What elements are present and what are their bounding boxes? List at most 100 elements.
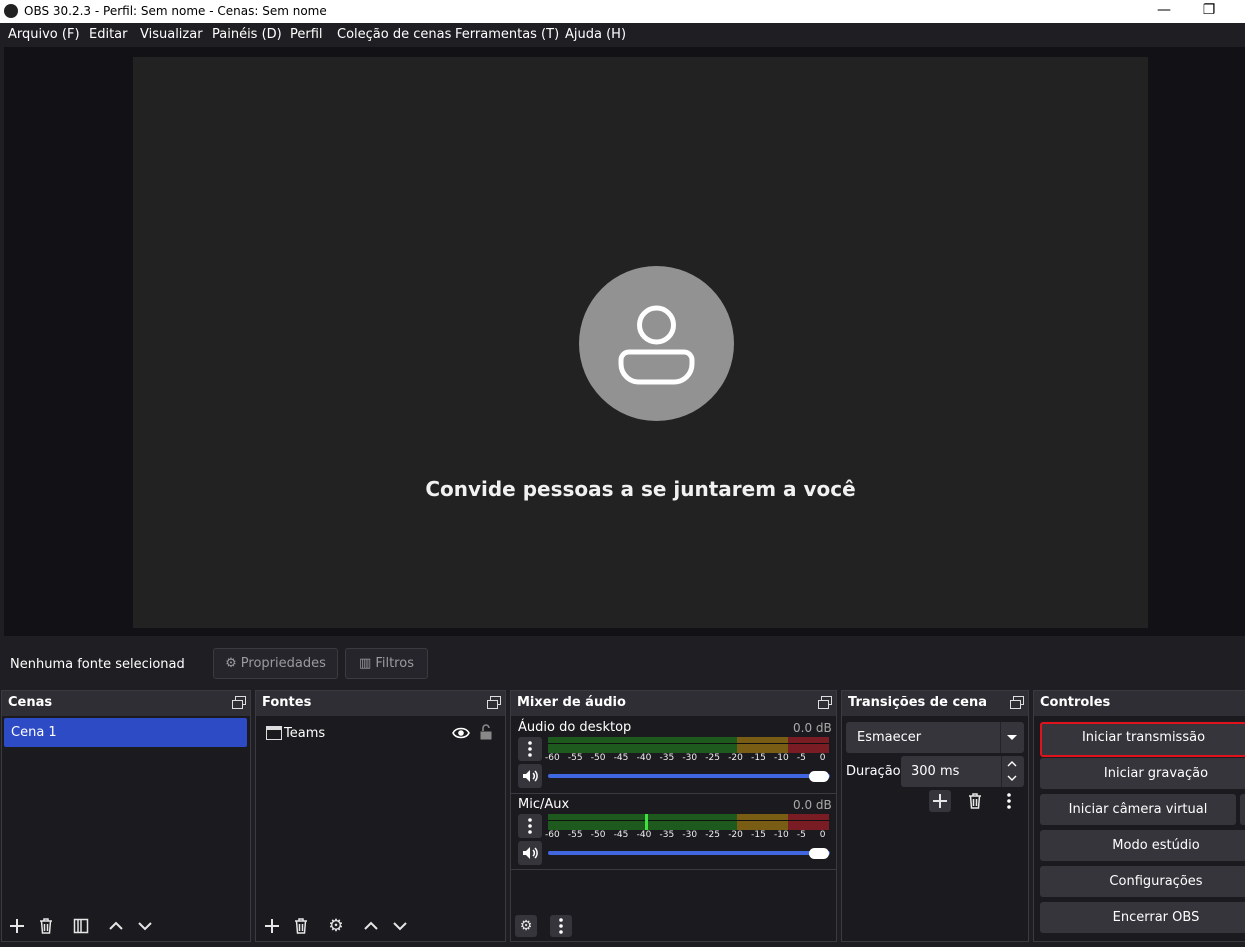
volume-meter	[548, 814, 829, 830]
volume-meter	[548, 737, 829, 753]
transition-select[interactable]: Esmaecer	[846, 722, 1024, 753]
channel-name: Mic/Aux	[518, 797, 570, 812]
menu-edit[interactable]: Editar	[89, 27, 128, 42]
scale-tick-label: -25	[705, 830, 720, 840]
undock-icon[interactable]	[1010, 696, 1024, 709]
minimize-button[interactable]: —	[1149, 1, 1179, 21]
add-source-icon[interactable]	[261, 915, 283, 937]
filters-label: Filtros	[375, 656, 414, 671]
volume-slider-track[interactable]	[548, 774, 830, 778]
spin-down-icon[interactable]	[1006, 772, 1018, 788]
speaker-icon[interactable]	[518, 764, 542, 788]
unlocked-icon[interactable]	[479, 724, 493, 745]
undock-icon[interactable]	[818, 696, 832, 709]
source-item-label: Teams	[284, 726, 326, 741]
channel-name: Áudio do desktop	[518, 720, 632, 735]
invite-text: Convide pessoas a se juntarem a você	[425, 477, 856, 501]
source-item[interactable]: Teams	[258, 721, 502, 747]
volume-slider-track[interactable]	[548, 851, 830, 855]
source-toolbar	[4, 642, 1245, 686]
mixer-title: Mixer de áudio	[517, 695, 626, 710]
meter-scale: -60 -55 -50 -45 -40 -35 -30 -25 -20 -15 -10 -5 0	[545, 830, 835, 842]
undock-icon[interactable]	[487, 696, 501, 709]
speaker-icon[interactable]	[518, 841, 542, 865]
channel-level: 0.0 dB	[793, 798, 832, 812]
window-capture-icon	[266, 726, 282, 740]
menu-scene-collection[interactable]: Coleção de cenas	[337, 27, 451, 42]
add-scene-icon[interactable]	[6, 915, 28, 937]
scale-tick-label: -40	[636, 753, 652, 763]
title-bar: OBS 30.2.3 - Perfil: Sem nome - Cenas: S…	[0, 0, 1245, 23]
scale-tick-label: -60	[545, 830, 560, 840]
settings-button[interactable]: Configurações	[1040, 866, 1245, 897]
scale-tick-label: -40	[636, 830, 652, 840]
controls-dock-header: Controles	[1034, 691, 1245, 716]
scale-tick-label: -10	[774, 830, 789, 840]
scale-tick-label: -25	[705, 753, 720, 763]
meter-scale: -60 -55 -50 -45 -40 -35 -30 -25 -20 -15 -10 -5 0	[545, 753, 835, 765]
scale-tick-label: -50	[590, 753, 606, 763]
scale-tick-label: -55	[567, 753, 583, 763]
menu-view[interactable]: Visualizar	[140, 27, 203, 42]
duration-spinbox[interactable]: 300 ms	[901, 756, 1024, 787]
scene-item[interactable]: Cena 1	[4, 718, 247, 747]
transitions-title: Transições de cena	[848, 695, 987, 710]
scenes-dock-header: Cenas	[2, 691, 250, 716]
transition-menu-icon[interactable]	[998, 790, 1020, 812]
scale-tick-label: -15	[751, 753, 766, 763]
chevron-down-icon	[1006, 729, 1018, 749]
no-source-label: Nenhuma fonte selecionad	[10, 657, 185, 672]
channel-menu-icon[interactable]	[518, 814, 542, 838]
menu-file[interactable]: Arquivo (F)	[8, 27, 80, 42]
menu-help[interactable]: Ajuda (H)	[565, 27, 626, 42]
transition-select-value: Esmaecer	[857, 730, 922, 745]
advanced-audio-gear-icon[interactable]: ⚙	[515, 915, 537, 937]
sources-title: Fontes	[262, 695, 312, 710]
move-source-down-icon[interactable]	[389, 915, 411, 937]
mixer-divider	[511, 793, 836, 794]
scale-tick-label: -5	[796, 753, 806, 763]
menu-docks[interactable]: Painéis (D)	[212, 27, 282, 42]
scale-tick-label: -30	[682, 753, 698, 763]
scale-tick-label: -35	[659, 753, 675, 763]
remove-scene-icon[interactable]	[35, 915, 57, 937]
eye-icon[interactable]	[452, 726, 470, 744]
exit-button[interactable]: Encerrar OBS	[1040, 902, 1245, 933]
filters-button[interactable]: ▥ Filtros	[345, 648, 428, 679]
scale-tick-label: -10	[774, 753, 789, 763]
studio-mode-button[interactable]: Modo estúdio	[1040, 830, 1245, 861]
volume-slider-handle[interactable]	[809, 771, 829, 782]
scale-tick-label: -45	[613, 830, 629, 840]
remove-source-icon[interactable]	[290, 915, 312, 937]
start-recording-button[interactable]: Iniciar gravação	[1040, 758, 1245, 789]
properties-button[interactable]: ⚙ Propriedades	[213, 648, 338, 679]
scenes-title: Cenas	[8, 695, 53, 710]
scene-item-label: Cena 1	[11, 725, 57, 740]
scale-tick-label: -15	[751, 830, 766, 840]
scale-tick-label: -20	[728, 830, 743, 840]
sources-dock-header: Fontes	[256, 691, 505, 716]
restore-button[interactable]: ❐	[1194, 1, 1224, 21]
mixer-menu-icon[interactable]	[550, 915, 572, 937]
volume-slider-handle[interactable]	[809, 848, 829, 859]
move-scene-down-icon[interactable]	[134, 915, 156, 937]
start-streaming-button[interactable]: Iniciar transmissão	[1040, 722, 1245, 757]
move-scene-up-icon[interactable]	[105, 915, 127, 937]
undock-icon[interactable]	[232, 696, 246, 709]
controls-title: Controles	[1040, 695, 1111, 710]
source-properties-gear-icon[interactable]: ⚙	[325, 915, 347, 937]
menu-profile[interactable]: Perfil	[290, 27, 323, 42]
add-transition-icon[interactable]	[929, 790, 951, 812]
scale-tick-label: -35	[659, 830, 675, 840]
scale-tick-label: 0	[819, 753, 826, 763]
transitions-dock-header: Transições de cena	[842, 691, 1028, 716]
start-virtual-camera-button[interactable]: Iniciar câmera virtual	[1040, 794, 1236, 825]
scene-filters-icon[interactable]	[70, 915, 92, 937]
virtual-camera-settings-button[interactable]	[1240, 794, 1245, 825]
move-source-up-icon[interactable]	[360, 915, 382, 937]
channel-level: 0.0 dB	[793, 721, 832, 735]
remove-transition-icon[interactable]	[964, 790, 986, 812]
menu-tools[interactable]: Ferramentas (T)	[455, 27, 559, 42]
mixer-divider	[511, 869, 836, 870]
channel-menu-icon[interactable]	[518, 737, 542, 761]
